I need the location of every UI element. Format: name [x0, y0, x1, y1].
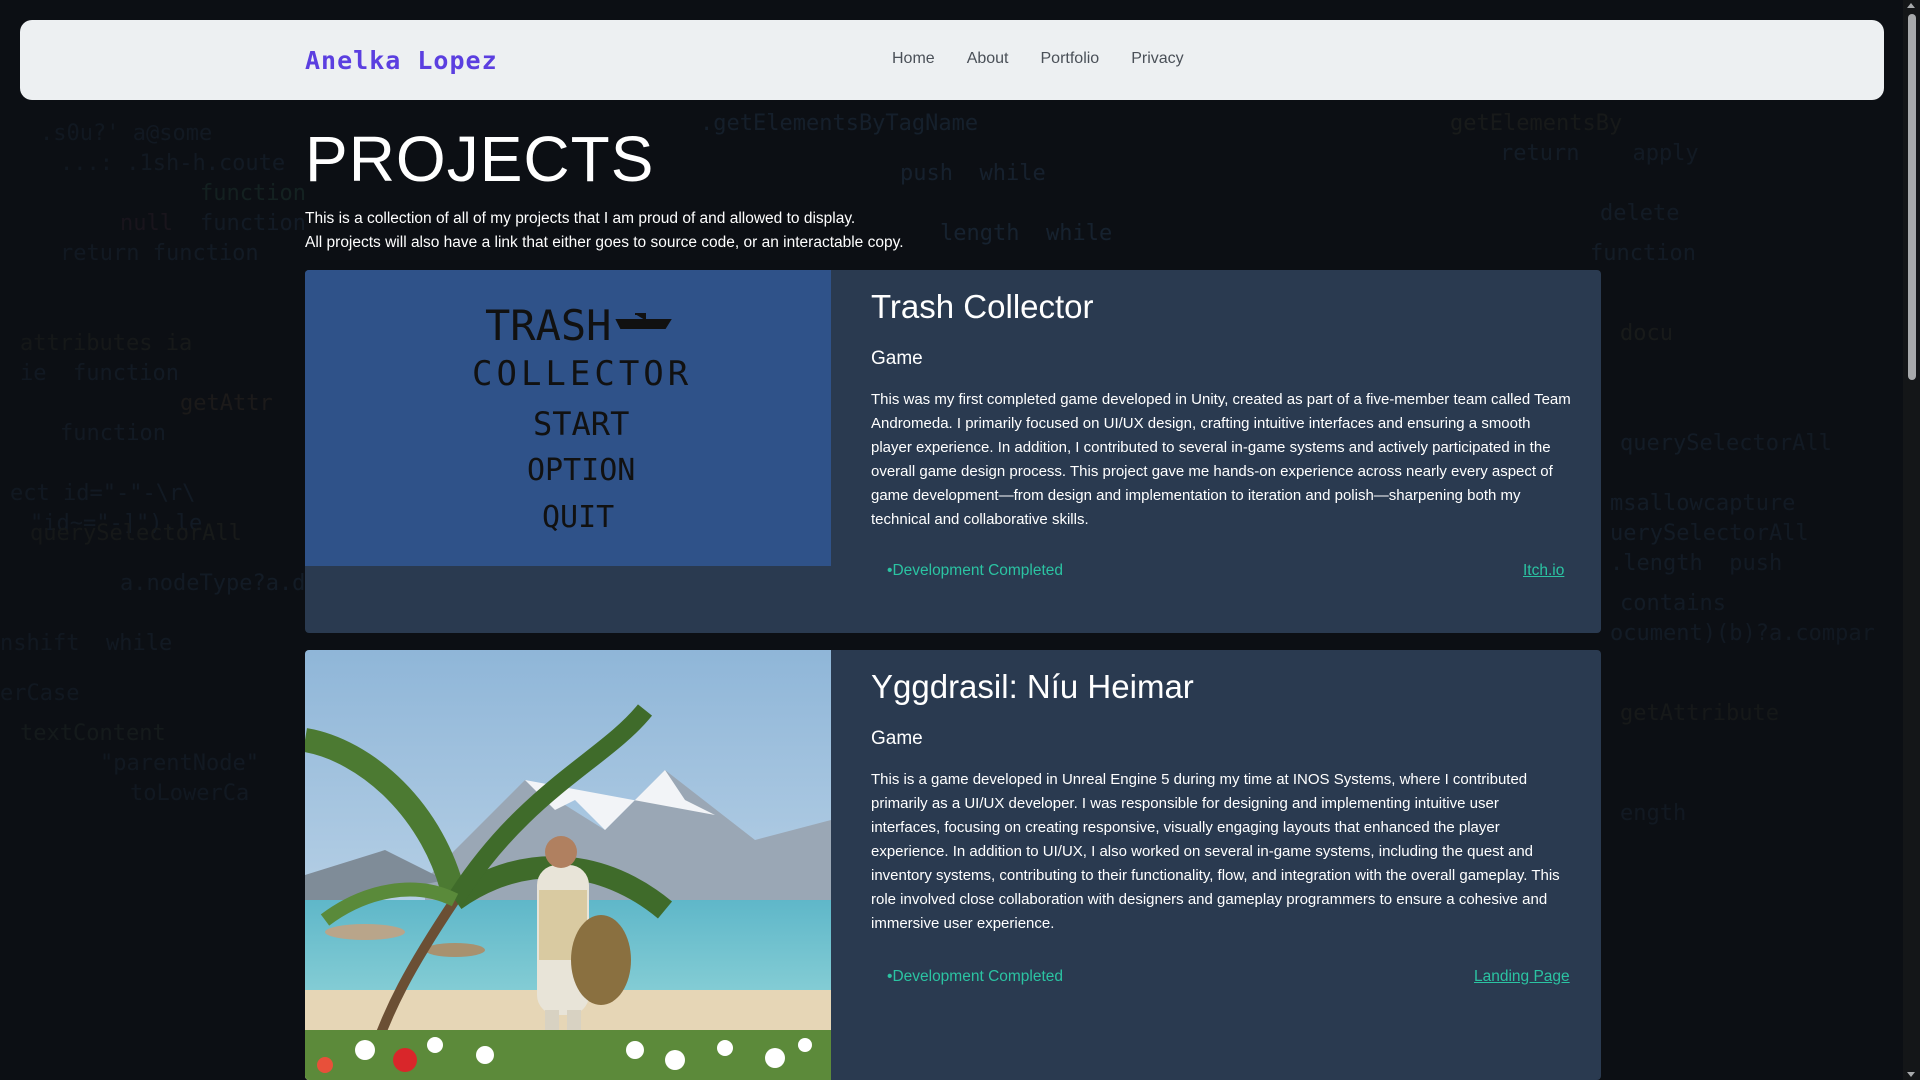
scroll-up-arrow-icon[interactable]: [1907, 3, 1915, 8]
intro-line-2: All projects will also have a link that …: [305, 234, 904, 251]
title-line-2: COLLECTOR: [472, 354, 692, 394]
yggdrasil-scene-image: [305, 650, 831, 1080]
trash-collector-title-screen: TRASH COLLECTOR START OPTION QUIT: [305, 270, 831, 566]
project-title: Trash Collector: [871, 288, 1094, 325]
itchio-link[interactable]: Itch.io: [1523, 562, 1564, 580]
vertical-scrollbar[interactable]: [1903, 0, 1920, 1080]
title-line-1: TRASH: [485, 301, 611, 350]
nav-link-about[interactable]: About: [967, 50, 1009, 68]
project-description: This is a game developed in Unreal Engin…: [871, 771, 1560, 932]
scroll-down-arrow-icon[interactable]: [1907, 1072, 1915, 1077]
project-description: This was my first completed game develop…: [871, 391, 1571, 528]
project-type: Game: [871, 728, 923, 749]
top-navbar: Anelka Lopez Home About Portfolio Privac…: [20, 20, 1884, 100]
menu-option: OPTION: [527, 453, 635, 488]
project-status: Development Completed: [887, 562, 1063, 580]
nav-link-home[interactable]: Home: [892, 50, 935, 68]
page-title: PROJECTS: [305, 123, 655, 195]
menu-start: START: [533, 405, 629, 443]
page-intro: This is a collection of all of my projec…: [305, 207, 904, 255]
nav-link-privacy[interactable]: Privacy: [1131, 50, 1183, 68]
project-image-trash-collector: TRASH COLLECTOR START OPTION QUIT: [305, 270, 831, 566]
menu-quit: QUIT: [542, 500, 614, 535]
project-card-yggdrasil: Yggdrasil: Níu Heimar Game This is a gam…: [305, 650, 1601, 1080]
nav-links: Home About Portfolio Privacy: [892, 50, 1184, 68]
landing-page-link[interactable]: Landing Page: [1474, 968, 1570, 986]
project-type: Game: [871, 348, 923, 369]
nav-link-portfolio[interactable]: Portfolio: [1041, 50, 1100, 68]
brand-logo[interactable]: Anelka Lopez: [305, 46, 498, 75]
project-body-yggdrasil: Yggdrasil: Níu Heimar Game This is a gam…: [871, 650, 1571, 936]
project-body-trash-collector: Trash Collector Game This was my first c…: [871, 270, 1571, 532]
scroll-thumb[interactable]: [1908, 14, 1916, 380]
intro-line-1: This is a collection of all of my projec…: [305, 210, 856, 227]
project-card-trash-collector: TRASH COLLECTOR START OPTION QUIT Trash …: [305, 270, 1601, 633]
project-status: Development Completed: [887, 968, 1063, 986]
project-image-yggdrasil: [305, 650, 831, 1080]
project-title: Yggdrasil: Níu Heimar: [871, 668, 1194, 705]
